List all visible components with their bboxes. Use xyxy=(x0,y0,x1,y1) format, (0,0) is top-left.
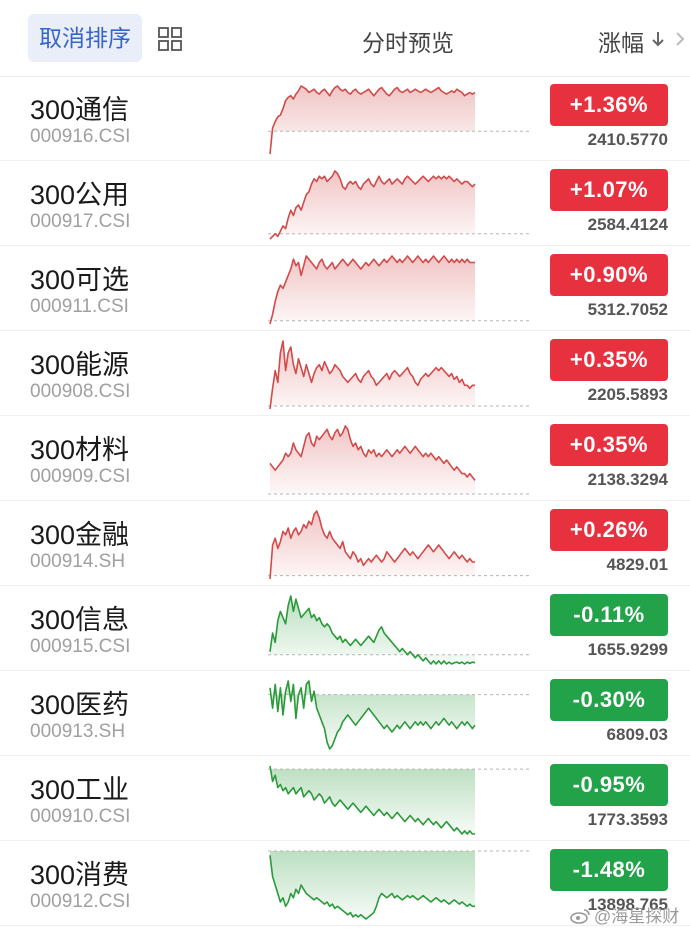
sparkline-area xyxy=(270,171,475,239)
index-name: 300信息 xyxy=(30,605,130,635)
intraday-sparkline xyxy=(268,170,530,240)
intraday-sparkline xyxy=(268,680,530,750)
header-bar: 取消排序 分时预览 涨幅 xyxy=(0,0,690,77)
index-price: 5312.7052 xyxy=(587,300,668,319)
change-percent-badge: -0.30% xyxy=(550,679,668,721)
change-percent-badge: -0.11% xyxy=(550,594,668,636)
list-item[interactable]: 300工业 000910.CSI -0.95% 1773.3593 xyxy=(0,756,690,841)
index-name: 300公用 xyxy=(30,180,130,210)
list-item[interactable]: 300公用 000917.CSI +1.07% 2584.4124 xyxy=(0,161,690,246)
index-code: 000915.CSI xyxy=(30,636,131,657)
index-code: 000914.SH xyxy=(30,551,126,572)
sparkline-area xyxy=(270,86,475,154)
change-percent-badge: +0.35% xyxy=(550,424,668,466)
list-item[interactable]: 300能源 000908.CSI +0.35% 2205.5893 xyxy=(0,331,690,416)
intraday-sparkline xyxy=(268,340,530,410)
list-item[interactable]: 300医药 000913.SH -0.30% 6809.03 xyxy=(0,671,690,756)
change-percent-badge: -0.95% xyxy=(550,764,668,806)
intraday-sparkline xyxy=(268,85,530,155)
sort-descending-icon[interactable] xyxy=(651,30,665,48)
index-name: 300能源 xyxy=(30,350,130,380)
list-item[interactable]: 300金融 000914.SH +0.26% 4829.01 xyxy=(0,501,690,586)
index-name: 300可选 xyxy=(30,265,130,295)
index-price: 6809.03 xyxy=(606,725,668,744)
index-code: 000913.SH xyxy=(30,721,126,742)
change-percent-badge: +0.26% xyxy=(550,509,668,551)
index-code: 000911.CSI xyxy=(30,296,129,317)
change-percent-badge: +0.35% xyxy=(550,339,668,381)
index-price: 1773.3593 xyxy=(587,810,668,829)
cancel-sort-button[interactable]: 取消排序 xyxy=(28,14,142,62)
sparkline-area xyxy=(270,256,475,324)
weibo-logo-icon xyxy=(570,909,590,924)
list-item[interactable]: 300通信 000916.CSI +1.36% 2410.5770 xyxy=(0,76,690,161)
index-name: 300医药 xyxy=(30,690,130,720)
index-name: 300材料 xyxy=(30,435,130,465)
intraday-sparkline xyxy=(268,425,530,495)
sort-by-change-header[interactable]: 涨幅 xyxy=(598,24,644,58)
change-percent-badge: +1.07% xyxy=(550,169,668,211)
index-code: 000916.CSI xyxy=(30,126,131,147)
list-item[interactable]: 300材料 000909.CSI +0.35% 2138.3294 xyxy=(0,416,690,501)
change-percent-badge: +0.90% xyxy=(550,254,668,296)
index-price: 2138.3294 xyxy=(587,470,668,489)
index-code: 000912.CSI xyxy=(30,891,131,912)
index-price: 4829.01 xyxy=(606,555,668,574)
index-code: 000910.CSI xyxy=(30,806,131,827)
grid-view-icon[interactable] xyxy=(157,26,183,52)
list-item[interactable]: 300可选 000911.CSI +0.90% 5312.7052 xyxy=(0,246,690,331)
intraday-sparkline xyxy=(268,765,530,835)
intraday-sparkline xyxy=(268,510,530,580)
index-name: 300工业 xyxy=(30,775,130,805)
intraday-sparkline xyxy=(268,255,530,325)
sparkline-area xyxy=(270,341,475,409)
index-code: 000917.CSI xyxy=(30,211,131,232)
index-price: 2410.5770 xyxy=(587,130,668,149)
sparkline-area xyxy=(270,426,475,494)
index-price: 2205.5893 xyxy=(587,385,668,404)
intraday-sparkline xyxy=(268,595,530,665)
index-code: 000909.CSI xyxy=(30,466,131,487)
intraday-sparkline xyxy=(268,850,530,920)
watermark: @海星探财 xyxy=(570,902,679,927)
change-percent-badge: -1.48% xyxy=(550,849,668,891)
index-price: 2584.4124 xyxy=(587,215,668,234)
index-name: 300通信 xyxy=(30,95,130,125)
sparkline-area xyxy=(270,596,475,664)
intraday-preview-header: 分时预览 xyxy=(362,30,454,56)
change-percent-badge: +1.36% xyxy=(550,84,668,126)
list-item[interactable]: 300信息 000915.CSI -0.11% 1655.9299 xyxy=(0,586,690,671)
index-code: 000908.CSI xyxy=(30,381,131,402)
index-price: 1655.9299 xyxy=(587,640,668,659)
chevron-right-icon[interactable] xyxy=(673,30,687,48)
sparkline-area xyxy=(270,511,475,579)
index-name: 300金融 xyxy=(30,520,130,550)
index-name: 300消费 xyxy=(30,860,130,890)
